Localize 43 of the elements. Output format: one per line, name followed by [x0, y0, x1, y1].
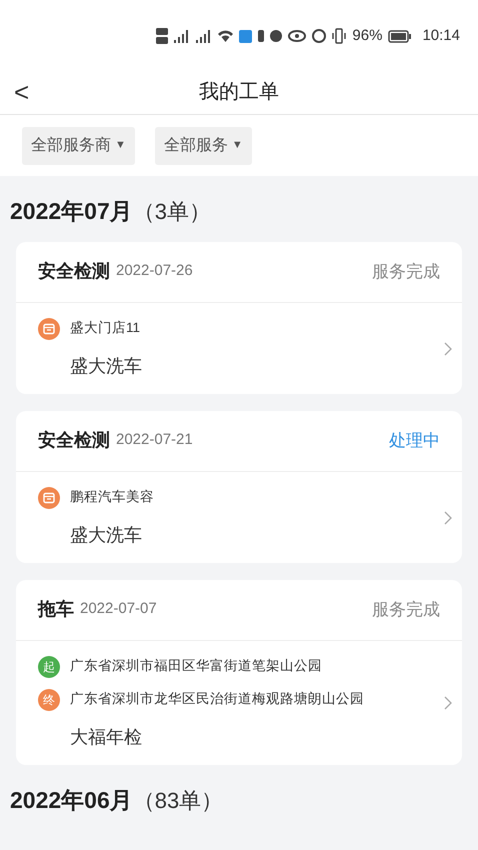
signal-icon: [196, 29, 212, 43]
order-date: 2022-07-26: [116, 261, 193, 282]
address-text: 鹏程汽车美容: [70, 488, 154, 506]
order-status: 服务完成: [372, 598, 440, 621]
signal-icon: [174, 29, 190, 43]
order-card[interactable]: 安全检测 2022-07-21 处理中 鹏程汽车美容 盛大洗车: [16, 410, 462, 562]
location-badge: 终: [38, 688, 60, 710]
back-button[interactable]: <: [14, 79, 30, 105]
battery-icon: [388, 30, 412, 42]
month-heading: 2022年07月: [10, 197, 133, 226]
provider-name: 盛大洗车: [70, 524, 143, 546]
app-icon: [239, 30, 252, 42]
provider-name: 盛大洗车: [70, 354, 143, 378]
order-date: 2022-07-21: [116, 430, 193, 450]
service-type: 安全检测: [38, 429, 110, 452]
filter-dropdown[interactable]: 全部服务 ▼: [154, 126, 252, 164]
battery-percent: 96%: [352, 26, 382, 46]
order-date: 2022-07-07: [80, 599, 157, 620]
chevron-right-icon: [444, 696, 452, 710]
shop-icon: [38, 486, 60, 508]
order-status: 服务完成: [372, 260, 440, 283]
order-count: （3单）: [132, 198, 211, 226]
shop-icon: [38, 318, 60, 340]
wifi-icon: [218, 30, 234, 42]
eye-icon: [288, 30, 306, 42]
chevron-right-icon: [444, 510, 452, 524]
address-text: 盛大门店11: [70, 319, 140, 338]
vibrate-icon: [332, 28, 346, 44]
order-card[interactable]: 拖车 2022-07-07 服务完成 起 广东省深圳市福田区华富街道笔架山公园 终 广东省深圳市龙华区民治街道梅观路塘朗山公园 大福年检: [16, 580, 462, 764]
order-count: （83单）: [132, 786, 224, 814]
month-heading: 2022年06月: [10, 786, 133, 814]
service-type: 拖车: [38, 598, 74, 621]
address-text: 广东省深圳市福田区华富街道笔架山公园: [70, 657, 322, 676]
address-text: 广东省深圳市龙华区民治街道梅观路塘朗山公园: [70, 690, 364, 708]
status-time: 10:14: [422, 26, 460, 46]
location-badge: 起: [38, 656, 60, 678]
service-type: 安全检测: [38, 260, 110, 283]
filter-dropdown[interactable]: 全部服务商 ▼: [22, 126, 135, 164]
provider-name: 大福年检: [70, 726, 143, 748]
chevron-right-icon: [444, 342, 452, 356]
page-title: 我的工单: [199, 80, 279, 105]
order-card[interactable]: 安全检测 2022-07-26 服务完成 盛大门店11 盛大洗车: [16, 242, 462, 394]
order-status: 处理中: [389, 430, 440, 452]
